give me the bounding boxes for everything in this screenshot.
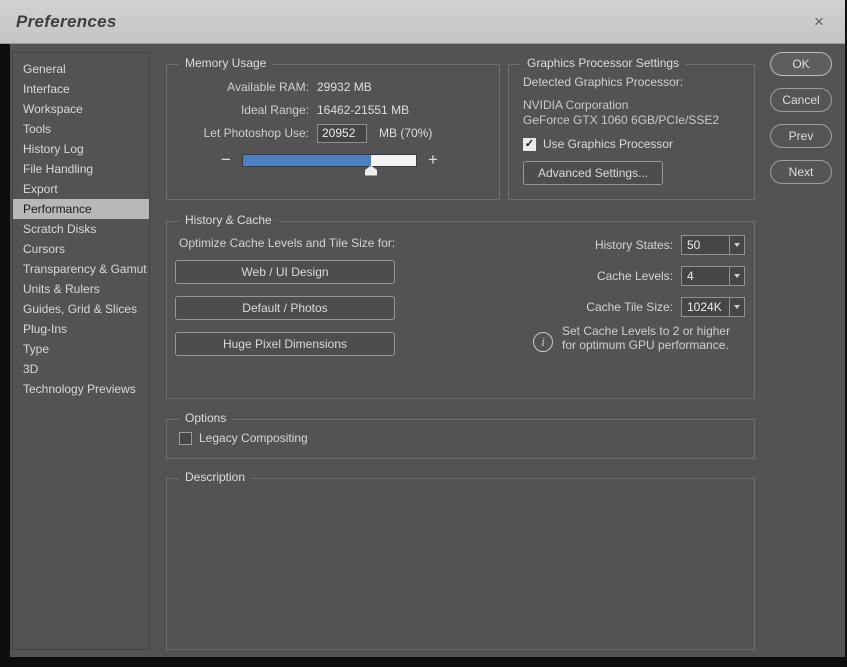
tip-line-1: Set Cache Levels to 2 or higher	[562, 324, 730, 338]
description-panel: Description	[166, 478, 755, 650]
sidebar-item-guides-grid-slices[interactable]: Guides, Grid & Slices	[13, 299, 149, 319]
cache-settings: History States: 50 Cache Levels: 4 Cache…	[523, 234, 745, 327]
preferences-sidebar: General Interface Workspace Tools Histor…	[12, 52, 150, 650]
preset-default-photos-button[interactable]: Default / Photos	[175, 296, 395, 320]
history-cache-legend: History & Cache	[179, 213, 278, 227]
sidebar-item-history-log[interactable]: History Log	[13, 139, 149, 159]
history-states-row: History States: 50	[523, 234, 745, 256]
cancel-button[interactable]: Cancel	[770, 88, 832, 112]
preferences-dialog: General Interface Workspace Tools Histor…	[10, 44, 845, 657]
legacy-compositing-row: Legacy Compositing	[179, 431, 308, 445]
ideal-range-label: Ideal Range:	[167, 103, 317, 117]
sidebar-item-workspace[interactable]: Workspace	[13, 99, 149, 119]
dialog-titlebar[interactable]: Preferences ×	[0, 0, 845, 44]
gpu-model: GeForce GTX 1060 6GB/PCIe/SSE2	[523, 113, 740, 128]
sidebar-item-interface[interactable]: Interface	[13, 79, 149, 99]
sidebar-item-cursors[interactable]: Cursors	[13, 239, 149, 259]
history-states-value: 50	[682, 236, 729, 254]
info-icon: i	[533, 332, 553, 352]
cache-levels-row: Cache Levels: 4	[523, 265, 745, 287]
memory-percent-label: MB (70%)	[379, 126, 432, 140]
sidebar-item-scratch-disks[interactable]: Scratch Disks	[13, 219, 149, 239]
prev-button[interactable]: Prev	[770, 124, 832, 148]
available-ram-value: 29932 MB	[317, 80, 372, 94]
dialog-title: Preferences	[16, 12, 117, 32]
available-ram-label: Available RAM:	[167, 80, 317, 94]
sidebar-item-technology-previews[interactable]: Technology Previews	[13, 379, 149, 399]
memory-slider-row: − +	[167, 150, 499, 170]
chevron-down-icon	[729, 298, 744, 316]
sidebar-item-general[interactable]: General	[13, 59, 149, 79]
sidebar-item-plug-ins[interactable]: Plug-Ins	[13, 319, 149, 339]
options-legend: Options	[179, 411, 232, 425]
let-photoshop-use-label: Let Photoshop Use:	[167, 126, 317, 140]
available-ram-row: Available RAM: 29932 MB	[167, 77, 499, 97]
chevron-down-icon	[729, 236, 744, 254]
history-states-select[interactable]: 50	[681, 235, 745, 255]
let-photoshop-use-row: Let Photoshop Use: MB (70%)	[167, 123, 499, 143]
sidebar-item-transparency-gamut[interactable]: Transparency & Gamut	[13, 259, 149, 279]
history-cache-panel: History & Cache Optimize Cache Levels an…	[166, 221, 755, 399]
use-gpu-checkbox[interactable]	[523, 138, 536, 151]
sidebar-item-file-handling[interactable]: File Handling	[13, 159, 149, 179]
memory-amount-input[interactable]	[317, 124, 367, 143]
sidebar-item-tools[interactable]: Tools	[13, 119, 149, 139]
options-panel: Options Legacy Compositing	[166, 419, 755, 459]
cache-tile-size-row: Cache Tile Size: 1024K	[523, 296, 745, 318]
graphics-processor-legend: Graphics Processor Settings	[521, 56, 685, 70]
photoshop-background: Preferences × General Interface Workspac…	[0, 0, 847, 667]
close-button[interactable]: ×	[809, 13, 829, 30]
cache-levels-tip: i Set Cache Levels to 2 or higher for op…	[533, 322, 765, 352]
sidebar-item-units-rulers[interactable]: Units & Rulers	[13, 279, 149, 299]
sidebar-item-3d[interactable]: 3D	[13, 359, 149, 379]
memory-slider-thumb[interactable]	[365, 166, 377, 176]
advanced-settings-button[interactable]: Advanced Settings...	[523, 161, 663, 185]
memory-usage-legend: Memory Usage	[179, 56, 272, 70]
next-button[interactable]: Next	[770, 160, 832, 184]
sidebar-item-export[interactable]: Export	[13, 179, 149, 199]
legacy-compositing-checkbox[interactable]	[179, 432, 192, 445]
optimize-cache-label: Optimize Cache Levels and Tile Size for:	[179, 236, 395, 250]
sidebar-item-performance[interactable]: Performance	[13, 199, 149, 219]
dialog-actions: OK Cancel Prev Next	[770, 52, 832, 196]
memory-usage-panel: Memory Usage Available RAM: 29932 MB Ide…	[166, 64, 500, 200]
use-gpu-label: Use Graphics Processor	[543, 137, 673, 151]
ok-button[interactable]: OK	[770, 52, 832, 76]
cache-presets: Web / UI Design Default / Photos Huge Pi…	[175, 260, 395, 368]
ideal-range-value: 16462-21551 MB	[317, 103, 409, 117]
ideal-range-row: Ideal Range: 16462-21551 MB	[167, 100, 499, 120]
cache-levels-value: 4	[682, 267, 729, 285]
preset-web-ui-design-button[interactable]: Web / UI Design	[175, 260, 395, 284]
preset-huge-pixel-dimensions-button[interactable]: Huge Pixel Dimensions	[175, 332, 395, 356]
cache-levels-label: Cache Levels:	[523, 269, 681, 283]
legacy-compositing-label: Legacy Compositing	[199, 431, 308, 445]
memory-increase-button[interactable]: +	[422, 150, 444, 170]
cache-tile-size-select[interactable]: 1024K	[681, 297, 745, 317]
cache-tile-size-label: Cache Tile Size:	[523, 300, 681, 314]
memory-slider[interactable]	[242, 154, 417, 167]
history-states-label: History States:	[523, 238, 681, 252]
memory-decrease-button[interactable]: −	[215, 150, 237, 170]
gpu-vendor: NVIDIA Corporation	[523, 98, 740, 113]
cache-levels-select[interactable]: 4	[681, 266, 745, 286]
tip-line-2: for optimum GPU performance.	[562, 338, 730, 352]
use-gpu-row: Use Graphics Processor	[523, 137, 740, 151]
memory-slider-fill	[243, 155, 371, 166]
chevron-down-icon	[729, 267, 744, 285]
description-legend: Description	[179, 470, 251, 484]
detected-gpu-label: Detected Graphics Processor:	[523, 75, 740, 89]
graphics-processor-panel: Graphics Processor Settings Detected Gra…	[508, 64, 755, 200]
cache-tile-size-value: 1024K	[682, 298, 729, 316]
sidebar-item-type[interactable]: Type	[13, 339, 149, 359]
